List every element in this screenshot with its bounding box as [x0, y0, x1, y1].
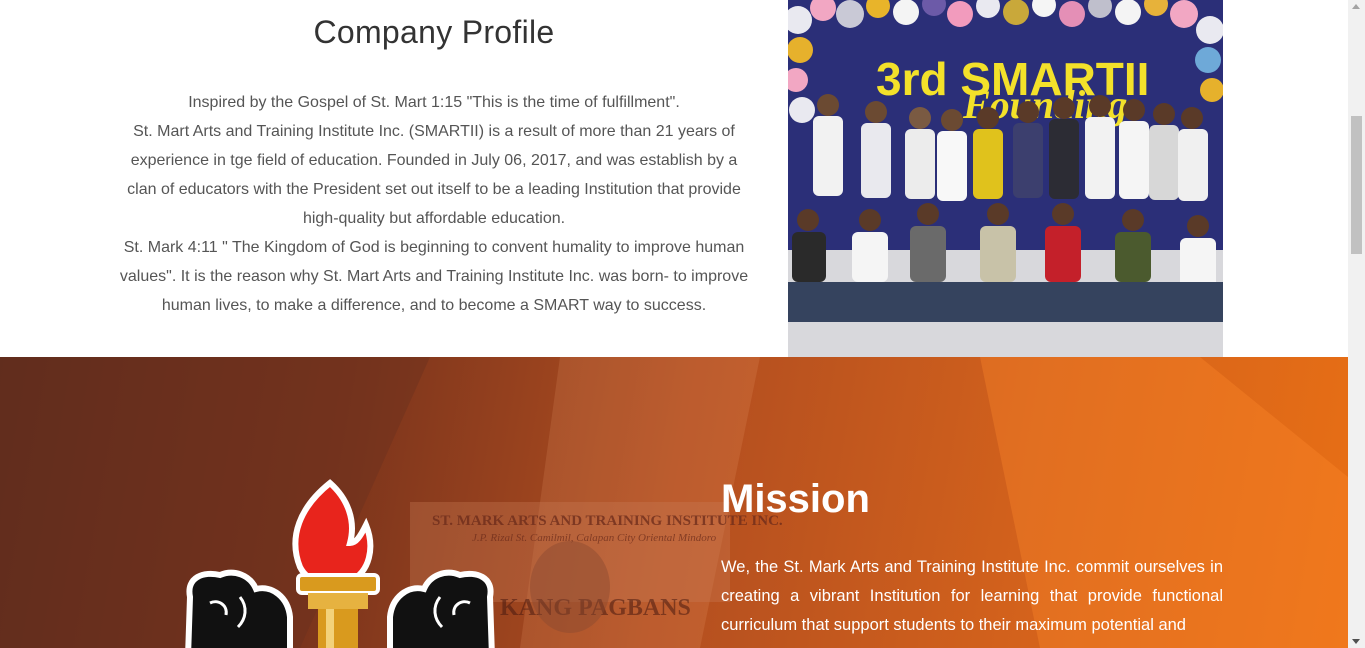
school-emblem-logo: [185, 479, 495, 648]
founding-group-photo: 3rd SMARTII Founding: [788, 0, 1223, 357]
founding-photo-illustration: 3rd SMARTII Founding: [788, 0, 1223, 357]
company-profile-body: Inspired by the Gospel of St. Mart 1:15 …: [118, 88, 750, 320]
profile-paragraph-3: St. Mark 4:11 " The Kingdom of God is be…: [119, 239, 749, 314]
scroll-up-arrow-icon[interactable]: [1352, 4, 1360, 9]
profile-paragraph-1: Inspired by the Gospel of St. Mart 1:15 …: [188, 94, 680, 111]
bg-sign-line-2: J.P. Rizal St. Camilmil, Calapan City Or…: [472, 532, 717, 544]
company-profile-title: Company Profile: [313, 14, 555, 50]
profile-paragraph-2: St. Mart Arts and Training Institute Inc…: [127, 123, 741, 227]
mission-section: ST. MARK ARTS AND TRAINING INSTITUTE INC…: [0, 357, 1348, 648]
company-profile-text: Company Profile Inspired by the Gospel o…: [118, 0, 750, 320]
mission-title: Mission: [721, 477, 870, 521]
page: Company Profile Inspired by the Gospel o…: [0, 0, 1348, 648]
scrollbar-thumb[interactable]: [1351, 116, 1362, 254]
page-scrollbar[interactable]: [1348, 0, 1365, 648]
mission-text: We, the St. Mark Arts and Training Insti…: [721, 558, 1223, 634]
scroll-down-arrow-icon[interactable]: [1352, 639, 1360, 644]
company-profile-section: Company Profile Inspired by the Gospel o…: [0, 0, 1348, 357]
